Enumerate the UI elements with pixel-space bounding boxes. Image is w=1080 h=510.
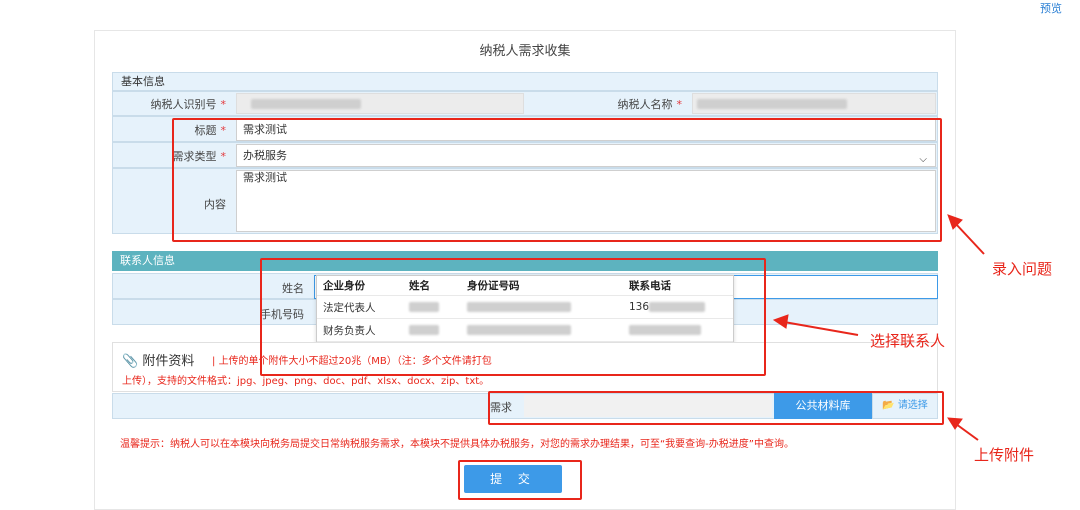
arrow-select-contact [772, 314, 859, 336]
annotation-label-select-contact: 选择联系人 [870, 332, 946, 350]
annotation-label-upload: 上传附件 [974, 446, 1035, 464]
annotation-arrows [772, 214, 985, 441]
annotation-label-enter-problem: 录入问题 [992, 260, 1053, 278]
arrow-upload [947, 417, 979, 441]
arrow-enter-problem [947, 214, 985, 255]
